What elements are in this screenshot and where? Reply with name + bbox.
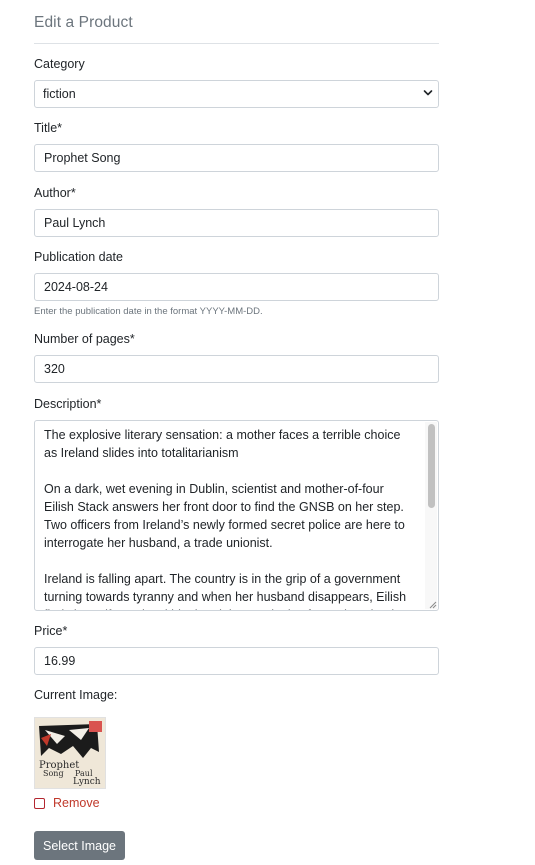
- book-cover-image: Prophet Song Paul Lynch: [35, 718, 105, 788]
- category-label: Category: [34, 57, 85, 71]
- cover-text-song: Song: [43, 769, 64, 778]
- pages-input[interactable]: [34, 355, 439, 383]
- pages-label: Number of pages*: [34, 332, 135, 346]
- remove-label: Remove: [53, 796, 100, 810]
- title-divider: [34, 43, 439, 44]
- category-select-wrapper: fiction: [34, 80, 439, 108]
- current-image-thumbnail: Prophet Song Paul Lynch: [34, 717, 106, 789]
- remove-image-option[interactable]: Remove: [34, 796, 100, 810]
- remove-checkbox[interactable]: [34, 797, 45, 809]
- author-input[interactable]: [34, 209, 439, 237]
- category-select[interactable]: fiction: [34, 80, 439, 108]
- description-scrollbar-thumb[interactable]: [428, 424, 435, 508]
- publication-date-help: Enter the publication date in the format…: [34, 306, 263, 317]
- author-label: Author*: [34, 186, 76, 200]
- price-input[interactable]: [34, 647, 439, 675]
- current-image-label: Current Image:: [34, 688, 118, 702]
- title-label: Title*: [34, 121, 63, 135]
- description-textarea[interactable]: [35, 421, 425, 610]
- resize-handle-icon[interactable]: [427, 599, 437, 609]
- description-label: Description*: [34, 397, 102, 411]
- cover-text-lynch: Lynch: [73, 777, 101, 787]
- publication-date-label: Publication date: [34, 250, 123, 264]
- title-input[interactable]: [34, 144, 439, 172]
- price-label: Price*: [34, 624, 68, 638]
- select-image-button[interactable]: Select Image: [34, 831, 125, 860]
- publication-date-input[interactable]: [34, 273, 439, 301]
- description-textarea-wrapper: [34, 420, 439, 611]
- page-title: Edit a Product: [34, 14, 133, 31]
